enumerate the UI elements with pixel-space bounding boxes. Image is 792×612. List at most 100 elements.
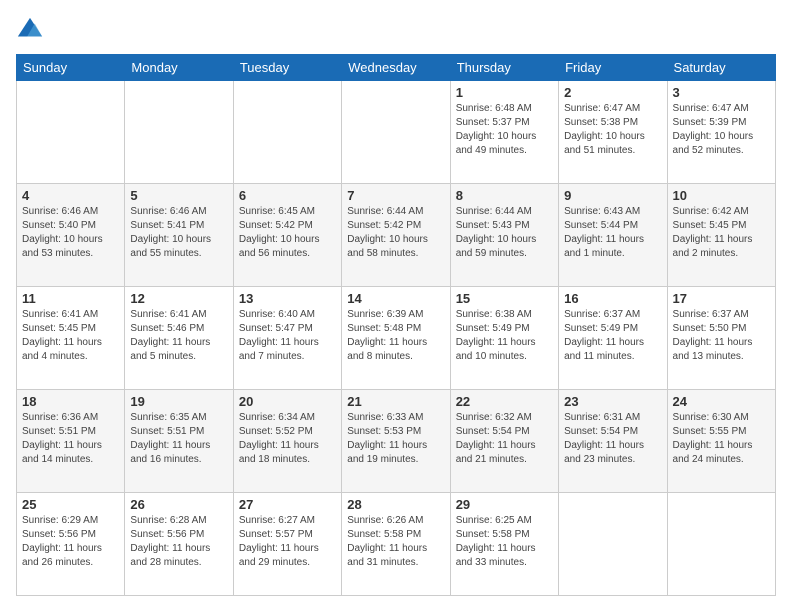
calendar-cell: 2Sunrise: 6:47 AMSunset: 5:38 PMDaylight… — [559, 81, 667, 184]
calendar-cell: 16 Sunrise: 6:37 AMSunset: 5:49 PMDayligh… — [559, 287, 667, 390]
day-info: Sunrise: 6:41 AMSunset: 5:46 PMDaylight:… — [130, 308, 227, 364]
day-number: 22 — [456, 394, 553, 409]
day-number: 8 — [456, 188, 553, 203]
calendar-week-3: 11Sunrise: 6:41 AMSunset: 5:45 PMDayligh… — [17, 287, 776, 390]
day-number: 18 — [22, 394, 119, 409]
calendar-cell — [125, 81, 233, 184]
calendar-cell — [559, 493, 667, 596]
day-info: Sunrise: 6:47 AMSunset: 5:39 PMDaylight:… — [673, 102, 770, 158]
calendar-cell: 28 Sunrise: 6:26 AMSunset: 5:58 PMDayligh… — [342, 493, 450, 596]
page: SundayMondayTuesdayWednesdayThursdayFrid… — [0, 0, 792, 612]
calendar-cell: 26Sunrise: 6:28 AMSunset: 5:56 PMDayligh… — [125, 493, 233, 596]
calendar-cell: 21 Sunrise: 6:33 AMSunset: 5:53 PMDayligh… — [342, 390, 450, 493]
day-info: Sunrise: 6:28 AMSunset: 5:56 PMDaylight:… — [130, 514, 227, 570]
calendar-header-row: SundayMondayTuesdayWednesdayThursdayFrid… — [17, 55, 776, 81]
calendar-week-5: 25 Sunrise: 6:29 AMSunset: 5:56 PMDayligh… — [17, 493, 776, 596]
day-number: 2 — [564, 85, 661, 100]
calendar-table: SundayMondayTuesdayWednesdayThursdayFrid… — [16, 54, 776, 596]
calendar-week-2: 4 Sunrise: 6:46 AMSunset: 5:40 PMDaylight… — [17, 184, 776, 287]
day-info: Sunrise: 6:25 AMSunset: 5:58 PMDaylight:… — [456, 514, 553, 570]
day-number: 23 — [564, 394, 661, 409]
calendar-cell — [233, 81, 341, 184]
calendar-cell: 17 Sunrise: 6:37 AMSunset: 5:50 PMDayligh… — [667, 287, 775, 390]
day-number: 20 — [239, 394, 336, 409]
day-number: 12 — [130, 291, 227, 306]
calendar-cell: 6Sunrise: 6:45 AMSunset: 5:42 PMDaylight… — [233, 184, 341, 287]
calendar-cell — [667, 493, 775, 596]
day-info: Sunrise: 6:34 AMSunset: 5:52 PMDaylight:… — [239, 411, 336, 467]
day-number: 29 — [456, 497, 553, 512]
day-number: 25 — [22, 497, 119, 512]
calendar-cell: 18 Sunrise: 6:36 AMSunset: 5:51 PMDayligh… — [17, 390, 125, 493]
column-header-sunday: Sunday — [17, 55, 125, 81]
day-number: 6 — [239, 188, 336, 203]
day-number: 7 — [347, 188, 444, 203]
day-info: Sunrise: 6:46 AMSunset: 5:40 PMDaylight:… — [22, 205, 119, 261]
day-number: 21 — [347, 394, 444, 409]
calendar-cell: 13 Sunrise: 6:40 AMSunset: 5:47 PMDayligh… — [233, 287, 341, 390]
day-number: 13 — [239, 291, 336, 306]
day-number: 28 — [347, 497, 444, 512]
day-info: Sunrise: 6:27 AMSunset: 5:57 PMDaylight:… — [239, 514, 336, 570]
day-number: 1 — [456, 85, 553, 100]
calendar-cell: 22 Sunrise: 6:32 AMSunset: 5:54 PMDayligh… — [450, 390, 558, 493]
calendar-cell: 19 Sunrise: 6:35 AMSunset: 5:51 PMDayligh… — [125, 390, 233, 493]
day-info: Sunrise: 6:36 AMSunset: 5:51 PMDaylight:… — [22, 411, 119, 467]
day-number: 14 — [347, 291, 444, 306]
logo — [16, 16, 48, 44]
day-info: Sunrise: 6:35 AMSunset: 5:51 PMDaylight:… — [130, 411, 227, 467]
day-info: Sunrise: 6:29 AMSunset: 5:56 PMDaylight:… — [22, 514, 119, 570]
day-info: Sunrise: 6:42 AMSunset: 5:45 PMDaylight:… — [673, 205, 770, 261]
calendar-cell: 3 Sunrise: 6:47 AMSunset: 5:39 PMDaylight… — [667, 81, 775, 184]
day-info: Sunrise: 6:44 AMSunset: 5:43 PMDaylight:… — [456, 205, 553, 261]
day-info: Sunrise: 6:26 AMSunset: 5:58 PMDaylight:… — [347, 514, 444, 570]
column-header-monday: Monday — [125, 55, 233, 81]
header — [16, 16, 776, 44]
day-number: 27 — [239, 497, 336, 512]
calendar-cell — [17, 81, 125, 184]
calendar-cell: 20 Sunrise: 6:34 AMSunset: 5:52 PMDayligh… — [233, 390, 341, 493]
calendar-cell: 15 Sunrise: 6:38 AMSunset: 5:49 PMDayligh… — [450, 287, 558, 390]
calendar-cell: 1 Sunrise: 6:48 AMSunset: 5:37 PMDaylight… — [450, 81, 558, 184]
calendar-cell: 23 Sunrise: 6:31 AMSunset: 5:54 PMDayligh… — [559, 390, 667, 493]
day-info: Sunrise: 6:46 AMSunset: 5:41 PMDaylight:… — [130, 205, 227, 261]
column-header-saturday: Saturday — [667, 55, 775, 81]
column-header-friday: Friday — [559, 55, 667, 81]
calendar-cell: 4 Sunrise: 6:46 AMSunset: 5:40 PMDaylight… — [17, 184, 125, 287]
calendar-cell: 14 Sunrise: 6:39 AMSunset: 5:48 PMDayligh… — [342, 287, 450, 390]
day-info: Sunrise: 6:31 AMSunset: 5:54 PMDaylight:… — [564, 411, 661, 467]
day-number: 3 — [673, 85, 770, 100]
day-info: Sunrise: 6:33 AMSunset: 5:53 PMDaylight:… — [347, 411, 444, 467]
day-number: 4 — [22, 188, 119, 203]
day-info: Sunrise: 6:37 AMSunset: 5:49 PMDaylight:… — [564, 308, 661, 364]
calendar-week-1: 1 Sunrise: 6:48 AMSunset: 5:37 PMDaylight… — [17, 81, 776, 184]
calendar-cell: 29 Sunrise: 6:25 AMSunset: 5:58 PMDayligh… — [450, 493, 558, 596]
day-number: 10 — [673, 188, 770, 203]
day-info: Sunrise: 6:40 AMSunset: 5:47 PMDaylight:… — [239, 308, 336, 364]
calendar-cell — [342, 81, 450, 184]
day-info: Sunrise: 6:43 AMSunset: 5:44 PMDaylight:… — [564, 205, 661, 261]
calendar-cell: 10 Sunrise: 6:42 AMSunset: 5:45 PMDayligh… — [667, 184, 775, 287]
day-number: 16 — [564, 291, 661, 306]
day-info: Sunrise: 6:37 AMSunset: 5:50 PMDaylight:… — [673, 308, 770, 364]
day-number: 9 — [564, 188, 661, 203]
day-number: 19 — [130, 394, 227, 409]
calendar-cell: 24Sunrise: 6:30 AMSunset: 5:55 PMDayligh… — [667, 390, 775, 493]
day-number: 11 — [22, 291, 119, 306]
day-info: Sunrise: 6:48 AMSunset: 5:37 PMDaylight:… — [456, 102, 553, 158]
calendar-cell: 8 Sunrise: 6:44 AMSunset: 5:43 PMDaylight… — [450, 184, 558, 287]
day-number: 17 — [673, 291, 770, 306]
day-info: Sunrise: 6:38 AMSunset: 5:49 PMDaylight:… — [456, 308, 553, 364]
logo-icon — [16, 16, 44, 44]
day-info: Sunrise: 6:39 AMSunset: 5:48 PMDaylight:… — [347, 308, 444, 364]
calendar-cell: 11Sunrise: 6:41 AMSunset: 5:45 PMDayligh… — [17, 287, 125, 390]
day-number: 5 — [130, 188, 227, 203]
day-info: Sunrise: 6:30 AMSunset: 5:55 PMDaylight:… — [673, 411, 770, 467]
day-number: 15 — [456, 291, 553, 306]
day-info: Sunrise: 6:32 AMSunset: 5:54 PMDaylight:… — [456, 411, 553, 467]
day-info: Sunrise: 6:44 AMSunset: 5:42 PMDaylight:… — [347, 205, 444, 261]
column-header-wednesday: Wednesday — [342, 55, 450, 81]
calendar-cell: 12 Sunrise: 6:41 AMSunset: 5:46 PMDayligh… — [125, 287, 233, 390]
calendar-cell: 7 Sunrise: 6:44 AMSunset: 5:42 PMDaylight… — [342, 184, 450, 287]
calendar-cell: 25 Sunrise: 6:29 AMSunset: 5:56 PMDayligh… — [17, 493, 125, 596]
